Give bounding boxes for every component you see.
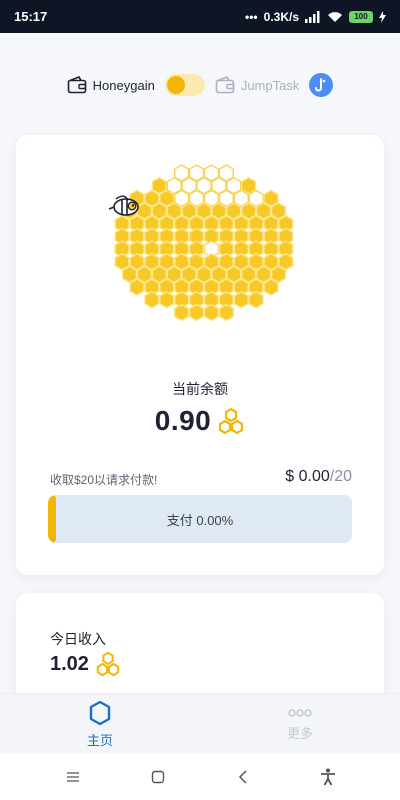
network-speed: 0.3K/s (263, 9, 299, 24)
more-dots-icon (288, 708, 312, 717)
payout-progress-bar[interactable]: 支付 0.00% (48, 495, 352, 543)
jumptask-label: JumpTask (240, 77, 300, 93)
hive-cell (233, 290, 249, 309)
status-bar: 15:17 ••• 0.3K/s 100 (0, 0, 400, 33)
status-time: 15:17 (14, 9, 48, 24)
honeycomb-coin-icon (219, 407, 244, 435)
bottom-navigation: 主页 更多 (0, 693, 400, 753)
nav-more-label: 更多 (286, 725, 313, 741)
today-earnings-value: 1.02 (50, 652, 89, 675)
today-earnings-label: 今日收入 (50, 631, 106, 647)
balance-value: 0.90 (154, 405, 212, 436)
nav-home[interactable]: 主页 (0, 694, 200, 754)
honeygain-label: Honeygain (92, 77, 155, 93)
payout-current: $ 0.00 (285, 468, 330, 485)
wallet-icon (67, 76, 86, 94)
main-scroll-area[interactable]: Honeygain JumpTask 当前余额 0.90 收取$20以请求付款!… (0, 33, 400, 693)
hive-cell (129, 278, 145, 296)
hive-cell (174, 303, 190, 322)
jumptask-brand[interactable]: JumpTask (215, 76, 300, 94)
wifi-icon (328, 11, 342, 22)
hexagon-icon (89, 700, 111, 725)
balance-row: 0.90 (16, 405, 384, 437)
toggle-knob (166, 76, 185, 94)
system-navigation-bar (0, 753, 400, 800)
hive-cell (248, 290, 264, 309)
more-dots-status-icon: ••• (245, 9, 258, 24)
nav-more[interactable]: 更多 (200, 694, 400, 754)
today-earnings-card: 今日收入 1.02 (16, 593, 384, 693)
payout-amount: $ 0.00/20 (285, 468, 352, 486)
hive-cell (203, 303, 220, 322)
jumptask-logo-icon (309, 73, 334, 97)
honeygain-brand: Honeygain (67, 76, 155, 94)
honeycomb-hive-illustration (108, 164, 294, 322)
status-icons: ••• 0.3K/s 100 (245, 10, 386, 24)
battery-icon: 100 (349, 10, 373, 23)
payout-hint: 收取$20以请求付款! (50, 473, 158, 487)
accessibility-icon[interactable] (308, 757, 348, 797)
back-icon[interactable] (223, 757, 263, 797)
home-square-icon[interactable] (138, 757, 178, 797)
app-switcher: Honeygain JumpTask (0, 71, 400, 99)
balance-label: 当前余额 (172, 381, 228, 397)
payout-target: /20 (329, 468, 352, 485)
charging-icon (379, 10, 386, 23)
honeycomb-coin-icon (96, 651, 120, 677)
wallet-outline-icon (215, 76, 235, 94)
signal-icon (305, 10, 320, 23)
balance-card: 当前余额 0.90 收取$20以请求付款! $ 0.00/20 支付 0.00% (16, 135, 384, 575)
nav-home-label: 主页 (86, 732, 113, 748)
hive-cell (188, 303, 205, 322)
hive-cell (218, 303, 234, 322)
app-toggle-switch[interactable] (164, 74, 205, 96)
progress-label: 支付 0.00% (166, 512, 234, 528)
today-earnings-row: 1.02 (50, 651, 121, 677)
hive-cell (144, 290, 160, 309)
menu-icon[interactable] (53, 757, 93, 797)
hive-cell (159, 290, 175, 309)
hive-cell (263, 278, 279, 296)
